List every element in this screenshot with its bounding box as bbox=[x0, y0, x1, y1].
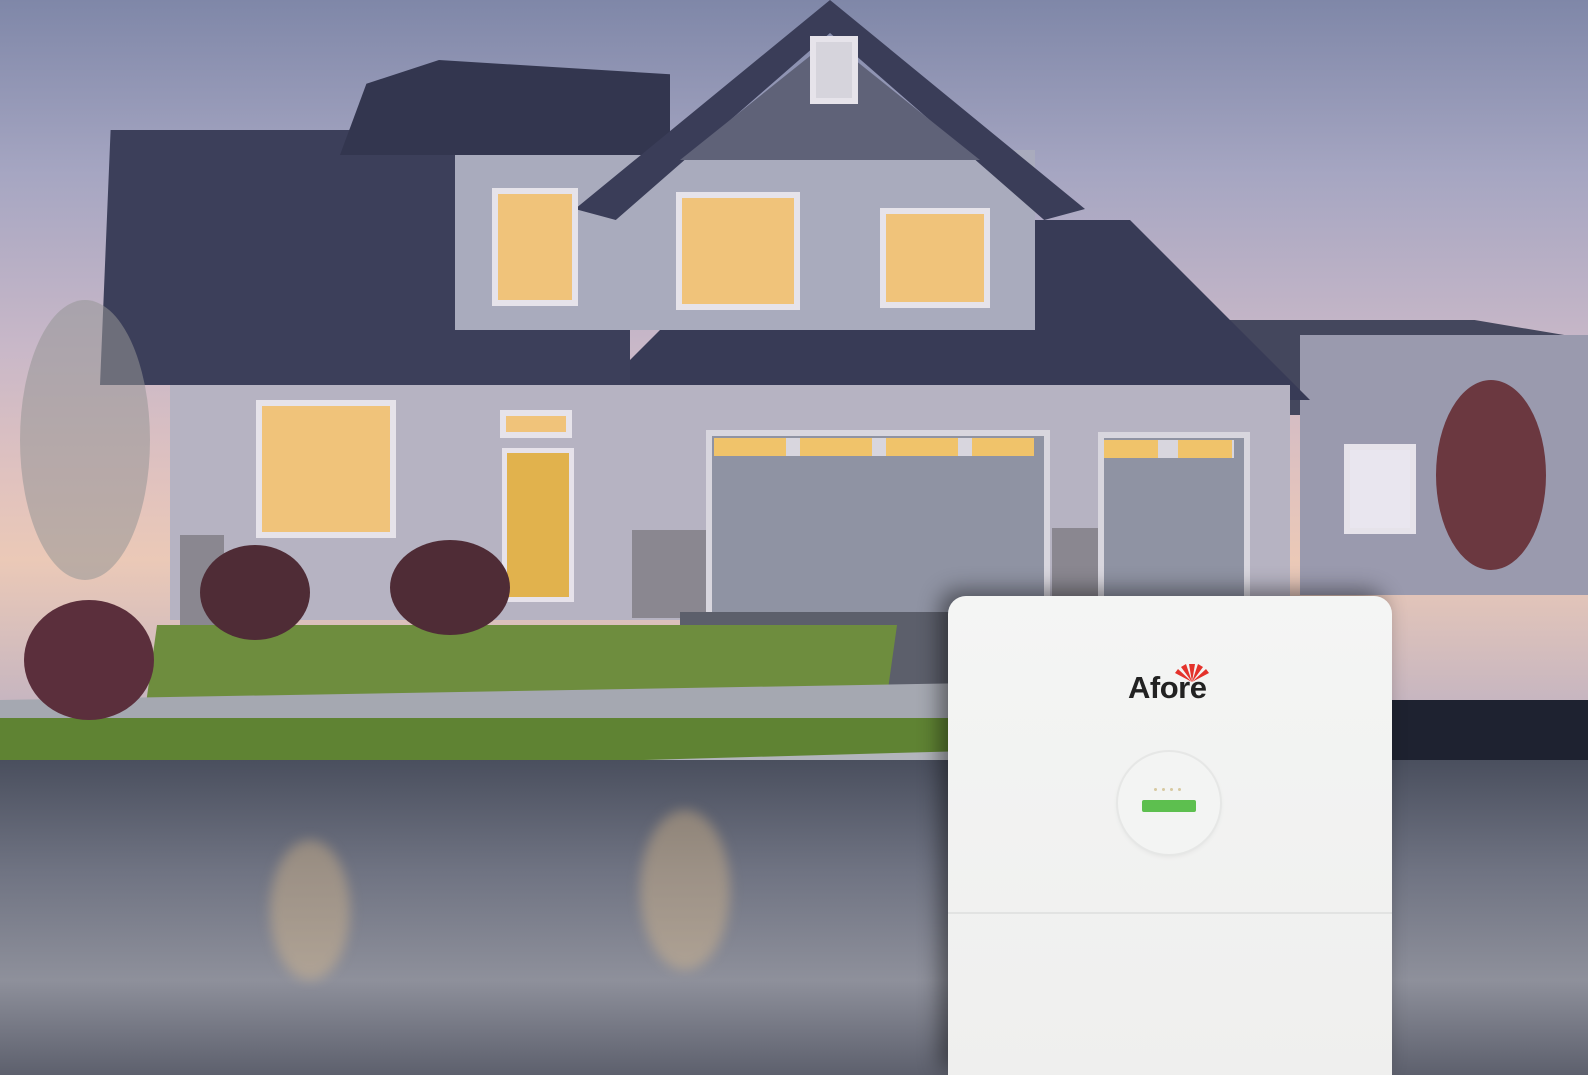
shrub bbox=[200, 545, 310, 640]
neighbor-window bbox=[1344, 444, 1416, 534]
status-led bbox=[1162, 788, 1165, 791]
door-transom bbox=[500, 410, 572, 438]
upper-window-right bbox=[880, 208, 990, 308]
stone-column-center bbox=[632, 530, 708, 618]
upper-window-center bbox=[676, 192, 800, 310]
status-led bbox=[1178, 788, 1181, 791]
garage-window-strip-small bbox=[1104, 440, 1234, 458]
afore-logo-icon: Afore bbox=[1128, 660, 1228, 705]
status-led bbox=[1170, 788, 1173, 791]
lcd-screen bbox=[1142, 800, 1196, 812]
inverter-device: Afore bbox=[948, 596, 1392, 1075]
young-tree-left bbox=[20, 300, 150, 580]
garage-window-strip bbox=[714, 438, 1034, 456]
status-led bbox=[1154, 788, 1157, 791]
front-window bbox=[256, 400, 396, 538]
brand-name: Afore bbox=[1128, 670, 1207, 705]
shrub bbox=[390, 540, 510, 635]
red-tree-right bbox=[1436, 380, 1546, 570]
side-label bbox=[974, 926, 984, 986]
panel-seam bbox=[948, 912, 1392, 914]
display-panel bbox=[1118, 752, 1220, 854]
shrub bbox=[24, 600, 154, 720]
front-door bbox=[502, 448, 574, 602]
light-reflection bbox=[270, 840, 350, 980]
attic-vent bbox=[810, 36, 858, 104]
light-reflection bbox=[640, 810, 730, 970]
upper-window-left bbox=[492, 188, 578, 306]
